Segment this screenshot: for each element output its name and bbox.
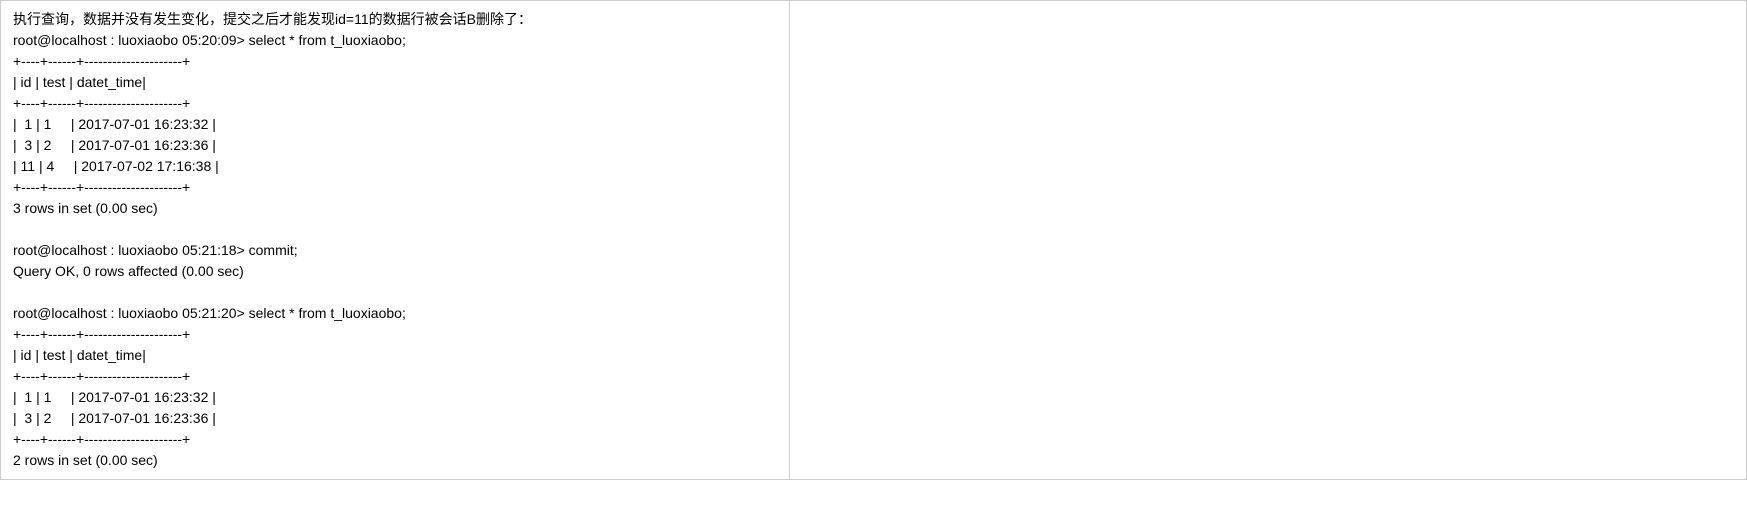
table-separator: +----+------+---------------------+ xyxy=(13,179,190,195)
terminal-output: root@localhost : luoxiaobo 05:20:09> sel… xyxy=(13,30,777,471)
table-header: | id | test | datet_time| xyxy=(13,347,146,363)
table-header: | id | test | datet_time| xyxy=(13,74,146,90)
result-line: 3 rows in set (0.00 sec) xyxy=(13,200,158,216)
sql-prompt-line: root@localhost : luoxiaobo 05:21:18> com… xyxy=(13,242,298,258)
table-data-row: | 1 | 1 | 2017-07-01 16:23:32 | xyxy=(13,116,216,132)
result-line: Query OK, 0 rows affected (0.00 sec) xyxy=(13,263,244,279)
right-cell xyxy=(790,1,1747,480)
table-data-row: | 11 | 4 | 2017-07-02 17:16:38 | xyxy=(13,158,219,174)
left-cell: 执行查询，数据并没有发生变化，提交之后才能发现id=11的数据行被会话B删除了：… xyxy=(1,1,790,480)
table-separator: +----+------+---------------------+ xyxy=(13,368,190,384)
table-separator: +----+------+---------------------+ xyxy=(13,53,190,69)
table-data-row: | 1 | 1 | 2017-07-01 16:23:32 | xyxy=(13,389,216,405)
table-data-row: | 3 | 2 | 2017-07-01 16:23:36 | xyxy=(13,137,216,153)
two-column-table: 执行查询，数据并没有发生变化，提交之后才能发现id=11的数据行被会话B删除了：… xyxy=(0,0,1747,480)
result-line: 2 rows in set (0.00 sec) xyxy=(13,452,158,468)
table-separator: +----+------+---------------------+ xyxy=(13,95,190,111)
intro-text: 执行查询，数据并没有发生变化，提交之后才能发现id=11的数据行被会话B删除了： xyxy=(13,9,777,30)
sql-prompt-line: root@localhost : luoxiaobo 05:20:09> sel… xyxy=(13,32,406,48)
sql-prompt-line: root@localhost : luoxiaobo 05:21:20> sel… xyxy=(13,305,406,321)
table-data-row: | 3 | 2 | 2017-07-01 16:23:36 | xyxy=(13,410,216,426)
table-separator: +----+------+---------------------+ xyxy=(13,431,190,447)
table-row: 执行查询，数据并没有发生变化，提交之后才能发现id=11的数据行被会话B删除了：… xyxy=(1,1,1747,480)
table-separator: +----+------+---------------------+ xyxy=(13,326,190,342)
